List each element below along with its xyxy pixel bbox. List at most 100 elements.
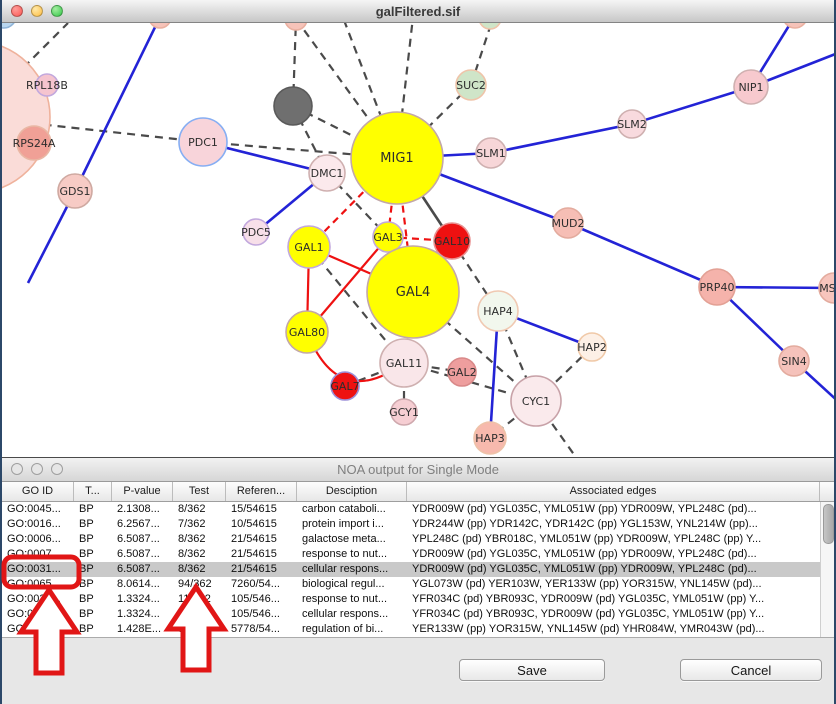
network-edge[interactable] <box>491 124 632 153</box>
table-cell-test: 8/362 <box>173 502 226 517</box>
zoom-button[interactable] <box>51 5 63 17</box>
table-cell-desc: regulation of bi... <box>297 622 407 637</box>
network-canvas[interactable]: RPL18BRPS24AGDS1PDC1DMC1MIG1SUC2SLM1SLM2… <box>2 23 834 457</box>
minimize-button[interactable] <box>31 463 43 475</box>
column-header-desc[interactable]: Desciption <box>297 482 407 501</box>
output-titlebar[interactable]: NOA output for Single Mode <box>2 458 834 482</box>
table-cell-go: GO:0031... <box>2 562 74 577</box>
table-body: GO:0045...BP2.1308...8/36215/54615carbon… <box>2 502 834 638</box>
column-header-t[interactable]: T... <box>74 482 112 501</box>
network-edge[interactable] <box>632 87 751 124</box>
table-row[interactable]: GO:0006...BP6.5087...8/36221/54615galact… <box>2 532 834 547</box>
table-cell-go: GO:0031... <box>2 607 74 622</box>
column-header-go[interactable]: GO ID <box>2 482 74 501</box>
table-cell-desc: carbon cataboli... <box>297 502 407 517</box>
table-row[interactable]: GO:0050...BP1.428E...80/3625778/54...reg… <box>2 622 834 637</box>
table-cell-desc: cellular respons... <box>297 607 407 622</box>
node-label: CYC1 <box>522 395 550 408</box>
table-header: GO IDT...P-valueTestReferen...Desciption… <box>2 482 834 502</box>
table-cell-edges: YDR244W (pp) YDR142C, YDR142C (pp) YGL15… <box>407 517 820 532</box>
network-edge[interactable] <box>568 223 717 287</box>
table-cell-test: 80/362 <box>173 622 226 637</box>
table-cell-go: GO:0031... <box>2 592 74 607</box>
node-label: GCY1 <box>389 406 419 419</box>
node-label: RPL18B <box>26 79 68 92</box>
table-cell-ref: 105/546... <box>226 607 297 622</box>
table-scrollbar[interactable] <box>820 502 834 637</box>
table-cell-desc: galactose meta... <box>297 532 407 547</box>
table-cell-test: 8/362 <box>173 562 226 577</box>
table-cell-p: 6.5087... <box>112 532 173 547</box>
scrollbar-thumb[interactable] <box>823 504 834 544</box>
table-cell-p: 6.2567... <box>112 517 173 532</box>
table-cell-t: BP <box>74 607 112 622</box>
table-cell-ref: 10/54615 <box>226 517 297 532</box>
table-cell-test: 7/362 <box>173 517 226 532</box>
table-cell-test: 94/362 <box>173 577 226 592</box>
node-label: SIN4 <box>781 355 806 368</box>
table-cell-test: 8/362 <box>173 547 226 562</box>
table-row[interactable]: GO:0007...BP6.5087...8/36221/54615respon… <box>2 547 834 562</box>
table-row[interactable]: GO:0065...BP8.0614...94/3627260/54...bio… <box>2 577 834 592</box>
node-label: PRP40 <box>700 281 735 294</box>
table-cell-desc: cellular respons... <box>297 562 407 577</box>
node-label: GAL3 <box>373 231 402 244</box>
table-cell-test: 11/362 <box>173 607 226 622</box>
table-cell-desc: protein import i... <box>297 517 407 532</box>
node-label: PDC1 <box>188 136 218 149</box>
cancel-button[interactable]: Cancel <box>680 659 822 681</box>
zoom-button[interactable] <box>51 463 63 475</box>
table-cell-edges: YFR034C (pd) YBR093C, YDR009W (pd) YGL03… <box>407 592 820 607</box>
node-label: GAL1 <box>294 241 323 254</box>
table-cell-edges: YGL073W (pd) YER103W, YER133W (pp) YOR31… <box>407 577 820 592</box>
table-row[interactable]: GO:0045...BP2.1308...8/36215/54615carbon… <box>2 502 834 517</box>
node-label: GAL7 <box>330 380 359 393</box>
table-cell-t: BP <box>74 517 112 532</box>
network-node[interactable] <box>149 23 171 28</box>
table-cell-p: 2.1308... <box>112 502 173 517</box>
network-titlebar[interactable]: galFiltered.sif <box>2 0 834 23</box>
column-header-ref[interactable]: Referen... <box>226 482 297 501</box>
network-node[interactable] <box>479 23 501 29</box>
table-row[interactable]: GO:0031...BP6.5087...8/36221/54615cellul… <box>2 562 834 577</box>
table-cell-t: BP <box>74 577 112 592</box>
column-header-edges[interactable]: Associated edges <box>407 482 820 501</box>
noa-output-window: NOA output for Single Mode GO IDT...P-va… <box>2 458 834 704</box>
table-cell-p: 6.5087... <box>112 562 173 577</box>
table-cell-go: GO:0007... <box>2 547 74 562</box>
table-cell-go: GO:0045... <box>2 502 74 517</box>
table-cell-t: BP <box>74 562 112 577</box>
close-button[interactable] <box>11 5 23 17</box>
minimize-button[interactable] <box>31 5 43 17</box>
network-node[interactable] <box>2 41 50 193</box>
table-cell-edges: YPL248C (pd) YBR018C, YML051W (pp) YDR00… <box>407 532 820 547</box>
node-label: MSL1 <box>819 282 834 295</box>
table-cell-t: BP <box>74 532 112 547</box>
node-label: GAL4 <box>396 285 430 300</box>
table-row[interactable]: GO:0031...BP1.3324...11/362105/546...res… <box>2 592 834 607</box>
node-label: RPS24A <box>13 137 56 150</box>
table-cell-ref: 21/54615 <box>226 562 297 577</box>
table-row[interactable]: GO:0016...BP6.2567...7/36210/54615protei… <box>2 517 834 532</box>
network-node[interactable] <box>274 87 312 125</box>
close-button[interactable] <box>11 463 23 475</box>
window-title: galFiltered.sif <box>2 4 834 19</box>
table-row[interactable]: GO:0031...BP1.3324...11/362105/546...cel… <box>2 607 834 622</box>
network-node[interactable] <box>285 23 307 30</box>
table-cell-t: BP <box>74 622 112 637</box>
save-button[interactable]: Save <box>459 659 605 681</box>
node-label: MIG1 <box>380 151 413 166</box>
network-edge[interactable] <box>75 23 160 191</box>
node-label: GAL10 <box>434 235 470 248</box>
network-window: galFiltered.sif RPL18BRPS24AGDS1PDC1DMC1… <box>2 0 834 458</box>
column-header-test[interactable]: Test <box>173 482 226 501</box>
table-cell-test: 11/362 <box>173 592 226 607</box>
table-cell-t: BP <box>74 502 112 517</box>
network-node[interactable] <box>2 23 16 28</box>
node-label: SLM1 <box>476 147 506 160</box>
output-window-title: NOA output for Single Mode <box>2 462 834 477</box>
table-cell-t: BP <box>74 547 112 562</box>
node-label: SLM2 <box>617 118 647 131</box>
table-cell-edges: YDR009W (pd) YGL035C, YML051W (pp) YDR00… <box>407 547 820 562</box>
column-header-p[interactable]: P-value <box>112 482 173 501</box>
